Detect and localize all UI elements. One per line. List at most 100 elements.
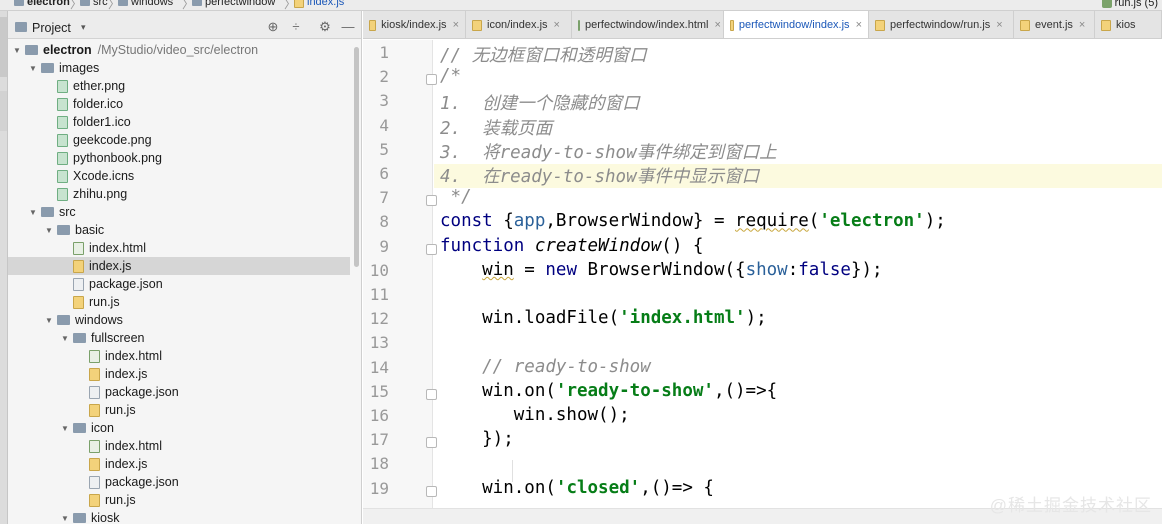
html-file-icon [89,349,100,363]
breadcrumb-item-current[interactable]: index.js [294,0,344,8]
chevron-down-icon[interactable]: ▼ [60,334,70,343]
breadcrumb-item[interactable]: electron [14,0,70,8]
close-icon[interactable]: × [996,19,1002,31]
close-icon[interactable]: × [715,19,721,31]
editor-tab[interactable]: kiosk/index.js × [363,11,466,38]
project-view-selector[interactable]: Project [32,21,71,35]
code-line[interactable]: win.on('ready-to-show',()=>{ [440,381,777,401]
tree-file[interactable]: package.json [8,473,350,491]
chevron-down-icon[interactable]: ▼ [60,514,70,523]
tree-item-label: src [59,205,76,219]
fold-marker-icon[interactable] [426,243,437,255]
code-line[interactable]: win.show(); [440,405,630,425]
project-tool-tab[interactable] [0,17,7,77]
structure-tool-tab[interactable] [0,91,7,131]
editor-tab[interactable]: perfectwindow/index.js × [724,11,869,38]
breadcrumb-item[interactable]: src [80,0,108,8]
tree-file[interactable]: zhihu.png [8,185,350,203]
tree-file[interactable]: index.html [8,347,350,365]
tree-file[interactable]: run.js [8,293,350,311]
chevron-down-icon[interactable]: ▾ [81,22,86,33]
code-line[interactable]: win = new BrowserWindow({show:false}); [440,260,882,280]
code-line[interactable]: 1. 创建一个隐藏的窗口 [440,90,640,115]
close-icon[interactable]: × [1079,19,1085,31]
chevron-down-icon[interactable]: ▼ [44,226,54,235]
close-icon[interactable]: × [554,19,560,31]
line-number: 7 [379,188,389,208]
close-icon[interactable]: × [856,19,862,31]
code-line[interactable]: const {app,BrowserWindow} = require('ele… [440,211,946,231]
tree-file[interactable]: Xcode.icns [8,167,350,185]
tree-file[interactable]: index.js [8,257,350,275]
line-number: 5 [379,139,389,159]
tree-file[interactable]: pythonbook.png [8,149,350,167]
breadcrumb-item[interactable]: windows [118,0,173,8]
tree-item-label: Xcode.icns [73,169,135,183]
javascript-file-icon [73,259,84,273]
code-line[interactable]: /* [440,66,461,86]
tree-folder[interactable]: ▼ windows [8,311,350,329]
tree-file[interactable]: index.js [8,365,350,383]
chevron-down-icon[interactable]: ▼ [12,46,22,55]
editor-tab[interactable]: kios [1095,11,1162,38]
breadcrumb-item[interactable]: perfectwindow [192,0,275,8]
code-line[interactable]: 3. 将ready-to-show事件绑定到窗口上 [440,139,777,164]
editor-tab[interactable]: icon/index.js × [466,11,572,38]
tree-file[interactable]: geekcode.png [8,131,350,149]
tree-folder[interactable]: ▼ basic [8,221,350,239]
code-line[interactable]: // 无边框窗口和透明窗口 [440,42,647,67]
folder-icon [192,0,202,6]
tree-file[interactable]: package.json [8,383,350,401]
tree-folder[interactable]: ▼ electron/MyStudio/video_src/electron [8,41,350,59]
collapse-all-icon[interactable]: ÷ [288,19,304,35]
fold-marker-icon[interactable] [426,437,437,449]
code-line[interactable]: }); [440,429,514,449]
tree-folder[interactable]: ▼ src [8,203,350,221]
locate-file-icon[interactable]: ⊕ [265,19,281,35]
tree-file[interactable]: run.js [8,401,350,419]
code-line[interactable]: 4. 在ready-to-show事件中显示窗口 [440,163,759,188]
tree-folder[interactable]: ▼ fullscreen [8,329,350,347]
tree-scrollbar[interactable] [354,47,359,267]
tree-file[interactable]: index.html [8,239,350,257]
close-icon[interactable]: × [453,19,459,31]
code-editor[interactable]: 1 2 3 4 5 6 7 8 9 10 11 12 13 14 15 16 17 18 19 // 无边框窗口和透… [363,40,1162,524]
code-line[interactable]: function createWindow() { [440,236,703,256]
editor-tab[interactable]: perfectwindow/index.html × [572,11,724,38]
hide-panel-icon[interactable]: — [340,19,356,35]
chevron-down-icon[interactable]: ▼ [44,316,54,325]
tree-file[interactable]: folder.ico [8,95,350,113]
folder-icon [41,63,54,73]
fold-marker-icon[interactable] [426,485,437,497]
javascript-file-icon [472,19,482,31]
tree-folder[interactable]: ▼ icon [8,419,350,437]
fold-marker-icon[interactable] [426,388,437,400]
gear-icon[interactable]: ⚙ [317,19,333,35]
code-line[interactable]: 2. 装载页面 [440,115,552,140]
tree-file[interactable]: run.js [8,491,350,509]
project-icon [15,22,27,32]
tree-file[interactable]: index.js [8,455,350,473]
tree-item-label: run.js [89,295,120,309]
tree-folder[interactable]: ▼ images [8,59,350,77]
run-configuration-selector[interactable]: run.js (5) [1101,0,1158,9]
fold-marker-icon[interactable] [426,74,437,86]
tree-file[interactable]: ether.png [8,77,350,95]
editor-tab[interactable]: event.js × [1014,11,1095,38]
javascript-file-icon [294,0,304,8]
fold-marker-icon[interactable] [426,195,437,207]
tree-file[interactable]: folder1.ico [8,113,350,131]
chevron-down-icon[interactable]: ▼ [60,424,70,433]
tree-folder[interactable]: ▼ kiosk [8,509,350,524]
tree-file[interactable]: index.html [8,437,350,455]
chevron-down-icon[interactable]: ▼ [28,64,38,73]
chevron-down-icon[interactable]: ▼ [28,208,38,217]
tree-file[interactable]: package.json [8,275,350,293]
code-line[interactable]: // ready-to-show [440,357,651,377]
editor-tab[interactable]: perfectwindow/run.js × [869,11,1014,38]
code-line[interactable]: */ [440,187,472,207]
code-line[interactable]: win.on('closed',()=> { [440,478,714,498]
code-line[interactable]: win.loadFile('index.html'); [440,308,767,328]
line-number: 17 [369,430,389,450]
line-number: 14 [369,357,389,377]
